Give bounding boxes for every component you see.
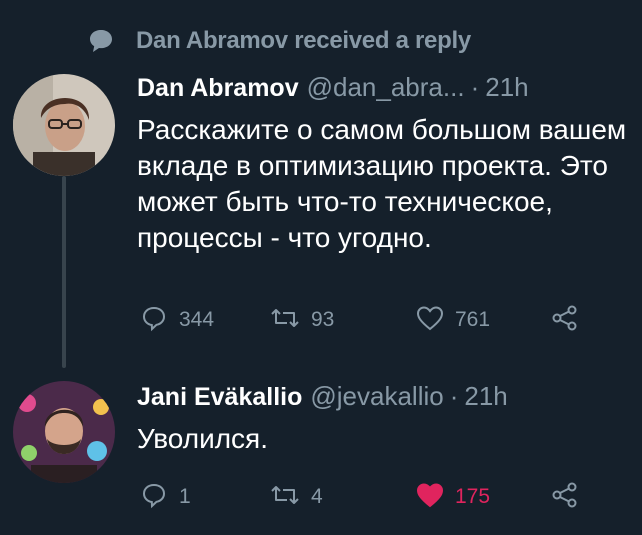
- tweet[interactable]: Dan Abramov @dan_abra... · 21h Расскажит…: [137, 72, 630, 256]
- display-name[interactable]: Jani Eväkallio: [137, 383, 302, 412]
- share-icon: [551, 481, 579, 514]
- separator: ·: [449, 381, 459, 411]
- heart-icon: [415, 304, 445, 337]
- tweet-actions: 1 4 175: [137, 477, 597, 517]
- reply-context-text: Dan Abramov received a reply: [136, 27, 471, 54]
- timestamp[interactable]: 21h: [485, 72, 528, 103]
- tweet-text: Расскажите о самом большом вашем вкладе …: [137, 114, 627, 253]
- display-name[interactable]: Dan Abramov: [137, 74, 299, 103]
- reply-context: Dan Abramov received a reply: [88, 24, 471, 58]
- reply-count: 1: [179, 485, 191, 508]
- retweet-count: 93: [311, 308, 335, 331]
- tweet-header: Dan Abramov @dan_abra... · 21h: [137, 72, 630, 108]
- tweet[interactable]: Jani Eväkallio @jevakallio · 21h Уволилс…: [137, 381, 630, 457]
- retweet-button[interactable]: 4: [269, 477, 323, 517]
- user-handle[interactable]: @dan_abra...: [307, 72, 465, 103]
- reply-icon: [139, 303, 169, 338]
- retweet-button[interactable]: 93: [269, 300, 334, 340]
- reply-button[interactable]: 344: [139, 300, 214, 340]
- share-icon: [551, 304, 579, 337]
- separator: ·: [470, 72, 480, 102]
- tweet-text: Уволился.: [137, 423, 268, 454]
- like-button[interactable]: 175: [415, 477, 490, 517]
- retweet-icon: [269, 480, 301, 515]
- retweet-count: 4: [311, 485, 323, 508]
- timestamp[interactable]: 21h: [464, 381, 507, 412]
- user-handle[interactable]: @jevakallio: [310, 381, 443, 412]
- share-button[interactable]: [551, 300, 579, 340]
- tweet-header: Jani Eväkallio @jevakallio · 21h: [137, 381, 630, 417]
- retweet-icon: [269, 303, 301, 338]
- avatar[interactable]: [13, 74, 115, 176]
- like-count: 761: [455, 308, 491, 331]
- reply-button[interactable]: 1: [139, 477, 191, 517]
- heart-filled-icon: [415, 481, 445, 514]
- tweet-actions: 344 93 761: [137, 300, 597, 340]
- avatar[interactable]: [13, 381, 115, 483]
- reply-icon: [139, 480, 169, 515]
- share-button[interactable]: [551, 477, 579, 517]
- reply-count: 344: [179, 308, 215, 331]
- like-count: 175: [455, 485, 491, 508]
- thread-line: [62, 176, 66, 368]
- speech-bubble-icon: [88, 28, 114, 54]
- like-button[interactable]: 761: [415, 300, 490, 340]
